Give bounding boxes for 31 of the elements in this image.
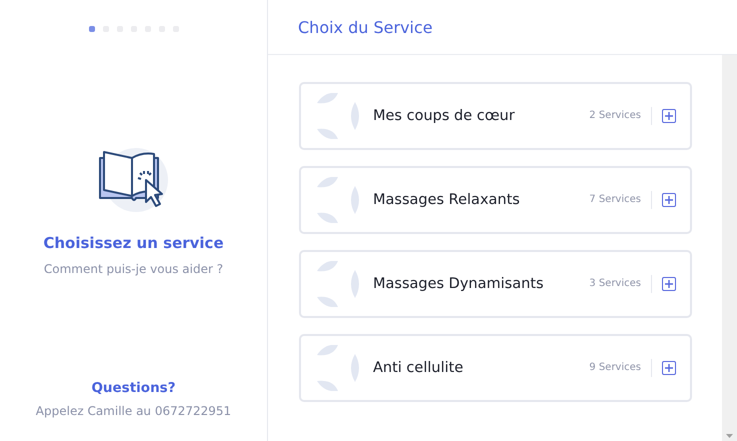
- leaf-logo-icon: [317, 177, 359, 223]
- expand-button[interactable]: [662, 109, 676, 123]
- intro-subtitle: Comment puis-je vous aider ?: [44, 262, 224, 276]
- leaf-logo-icon: [317, 345, 359, 391]
- book-cursor-icon: [98, 146, 170, 212]
- category-card[interactable]: Anti cellulite 9 Services: [299, 334, 692, 402]
- contact-text: Appelez Camille au 0672722951: [36, 404, 232, 418]
- plus-icon: [665, 280, 673, 288]
- expand-button[interactable]: [662, 277, 676, 291]
- scrollbar[interactable]: [722, 55, 737, 441]
- plus-icon: [665, 196, 673, 204]
- leaf-logo-icon: [317, 93, 359, 139]
- page-title: Choix du Service: [268, 0, 737, 55]
- service-count: 2 Services: [589, 107, 652, 125]
- category-name: Mes coups de cœur: [373, 108, 516, 124]
- category-card[interactable]: Massages Relaxants 7 Services: [299, 166, 692, 234]
- category-card[interactable]: Mes coups de cœur 2 Services: [299, 82, 692, 150]
- category-name: Massages Relaxants: [373, 192, 521, 208]
- category-card[interactable]: Massages Dynamisants 3 Services: [299, 250, 692, 318]
- category-name: Massages Dynamisants: [373, 276, 545, 292]
- category-name: Anti cellulite: [373, 360, 464, 376]
- service-count: 9 Services: [589, 359, 652, 377]
- intro-title: Choisissez un service: [43, 234, 224, 252]
- plus-icon: [665, 364, 673, 372]
- expand-button[interactable]: [662, 361, 676, 375]
- plus-icon: [665, 112, 673, 120]
- questions-title: Questions?: [91, 380, 176, 396]
- service-count: 3 Services: [589, 275, 652, 293]
- leaf-logo-icon: [317, 261, 359, 307]
- service-count: 7 Services: [589, 191, 652, 209]
- expand-button[interactable]: [662, 193, 676, 207]
